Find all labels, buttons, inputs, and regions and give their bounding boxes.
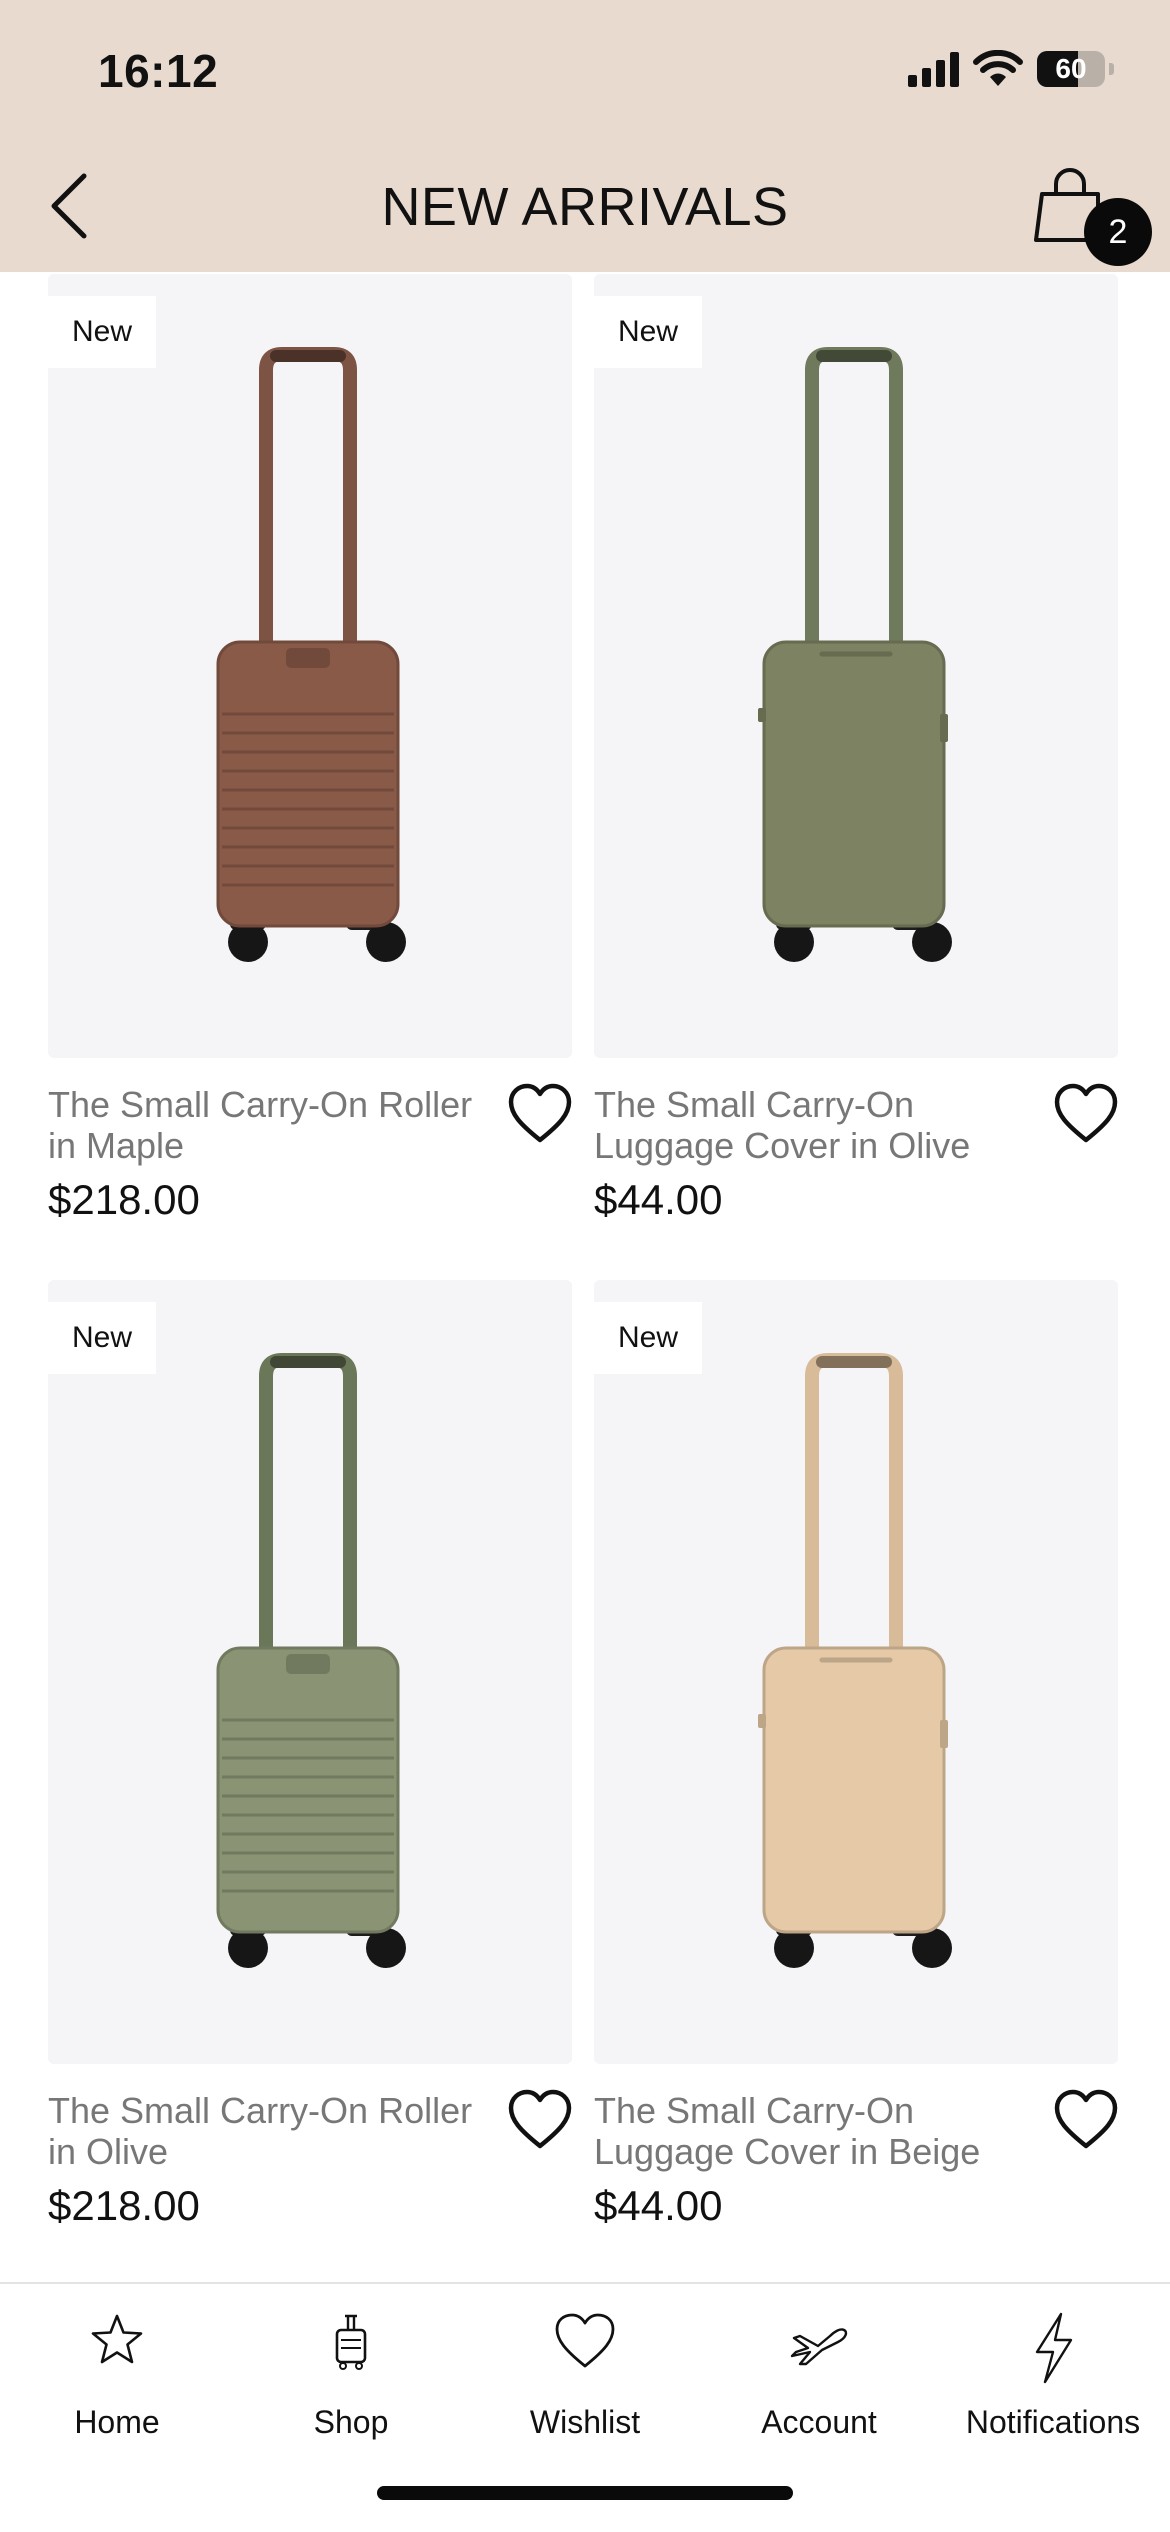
status-icons: 60 <box>908 50 1114 88</box>
status-time: 16:12 <box>98 45 219 97</box>
product-card[interactable]: New The Small Carry-On Luggage Cover in … <box>594 1280 1118 2229</box>
product-name[interactable]: The Small Carry-On Luggage Cover in Oliv… <box>594 1084 1034 1166</box>
suitcase-handle-grip <box>270 350 346 362</box>
wishlist-heart-button[interactable] <box>506 2088 574 2152</box>
tab-label: Shop <box>313 2404 389 2440</box>
tab-label: Home <box>74 2404 160 2440</box>
product-name[interactable]: The Small Carry-On Roller in Olive <box>48 2090 488 2172</box>
product-price: $44.00 <box>594 2182 723 2229</box>
wifi-icon <box>973 50 1023 86</box>
heart-icon <box>508 1083 572 1143</box>
new-badge: New <box>48 296 156 368</box>
suitcase-wheel <box>912 1928 952 1968</box>
product-price: $44.00 <box>594 1176 723 1223</box>
cover-tag <box>940 714 948 742</box>
wishlist-heart-button[interactable] <box>506 1082 574 1146</box>
suitcase-cover-illustration <box>758 347 952 962</box>
product-image[interactable]: New <box>594 1280 1118 2064</box>
suitcase-wheel <box>228 922 268 962</box>
tab-notifications[interactable]: Notifications <box>936 2284 1170 2454</box>
suitcase-handle-grip <box>816 350 892 362</box>
battery-icon: 60 <box>1037 51 1105 87</box>
product-image[interactable]: New <box>48 1280 572 2064</box>
lightning-icon <box>1035 2312 1073 2384</box>
star-icon <box>91 2314 143 2364</box>
battery-tip <box>1109 63 1114 75</box>
suitcase-body <box>764 1648 944 1932</box>
app-header: 16:12 60 NEW ARRIVALS 2 <box>0 0 1170 272</box>
product-image[interactable]: New <box>594 274 1118 1058</box>
new-badge: New <box>594 1302 702 1374</box>
cover-tag <box>940 1720 948 1748</box>
heart-icon <box>1054 2089 1118 2149</box>
suitcase-cover-illustration <box>758 1353 952 1968</box>
heart-icon <box>1054 1083 1118 1143</box>
suitcase-roller-illustration <box>216 1353 406 1968</box>
product-price: $218.00 <box>48 2182 200 2229</box>
suitcase-handle <box>805 347 903 668</box>
tab-label: Account <box>761 2404 877 2440</box>
product-card[interactable]: New The Small Carry-On Roller in Maple $… <box>48 274 572 1223</box>
tab-shop[interactable]: Shop <box>234 2284 468 2454</box>
new-badge: New <box>48 1302 156 1374</box>
home-indicator[interactable] <box>377 2486 793 2500</box>
product-card[interactable]: New The Small Carry-On Roller in Olive $… <box>48 1280 572 2229</box>
wishlist-heart-button[interactable] <box>1052 2088 1120 2152</box>
cart-count-badge: 2 <box>1084 198 1152 266</box>
battery-percent: 60 <box>1055 53 1087 84</box>
cellular-signal-icon <box>908 51 959 87</box>
tab-label: Wishlist <box>529 2404 641 2440</box>
suitcase-handle-grip <box>816 1356 892 1368</box>
suitcase-handle <box>259 1353 357 1674</box>
suitcase-wheel <box>774 922 814 962</box>
product-card[interactable]: New The Small Carry-On Luggage Cover in … <box>594 274 1118 1223</box>
product-image[interactable]: New <box>48 274 572 1058</box>
new-badge: New <box>594 296 702 368</box>
cover-tag <box>758 1714 766 1728</box>
tab-account[interactable]: Account <box>702 2284 936 2454</box>
product-name[interactable]: The Small Carry-On Luggage Cover in Beig… <box>594 2090 1034 2172</box>
luggage-icon <box>335 2314 367 2370</box>
heart-icon <box>555 2313 615 2368</box>
tab-wishlist[interactable]: Wishlist <box>468 2284 702 2454</box>
suitcase-wheel <box>774 1928 814 1968</box>
wishlist-heart-button[interactable] <box>1052 1082 1120 1146</box>
suitcase-body <box>764 642 944 926</box>
tab-label: Notifications <box>965 2404 1141 2440</box>
suitcase-handle <box>259 347 357 668</box>
suitcase-wheel <box>912 922 952 962</box>
airplane-icon <box>790 2328 848 2366</box>
product-price: $218.00 <box>48 1176 200 1223</box>
suitcase-body <box>218 642 398 926</box>
tab-home[interactable]: Home <box>0 2284 234 2454</box>
page-title: NEW ARRIVALS <box>381 177 789 237</box>
suitcase-wheel <box>366 1928 406 1968</box>
suitcase-wheel <box>366 922 406 962</box>
suitcase-wheel <box>228 1928 268 1968</box>
suitcase-handle-grip <box>270 1356 346 1368</box>
suitcase-roller-illustration <box>216 347 406 962</box>
suitcase-body <box>218 1648 398 1932</box>
suitcase-top-handle <box>286 648 330 668</box>
product-name[interactable]: The Small Carry-On Roller in Maple <box>48 1084 488 1166</box>
suitcase-handle <box>805 1353 903 1674</box>
cover-tag <box>758 708 766 722</box>
suitcase-top-handle <box>286 1654 330 1674</box>
heart-icon <box>508 2089 572 2149</box>
